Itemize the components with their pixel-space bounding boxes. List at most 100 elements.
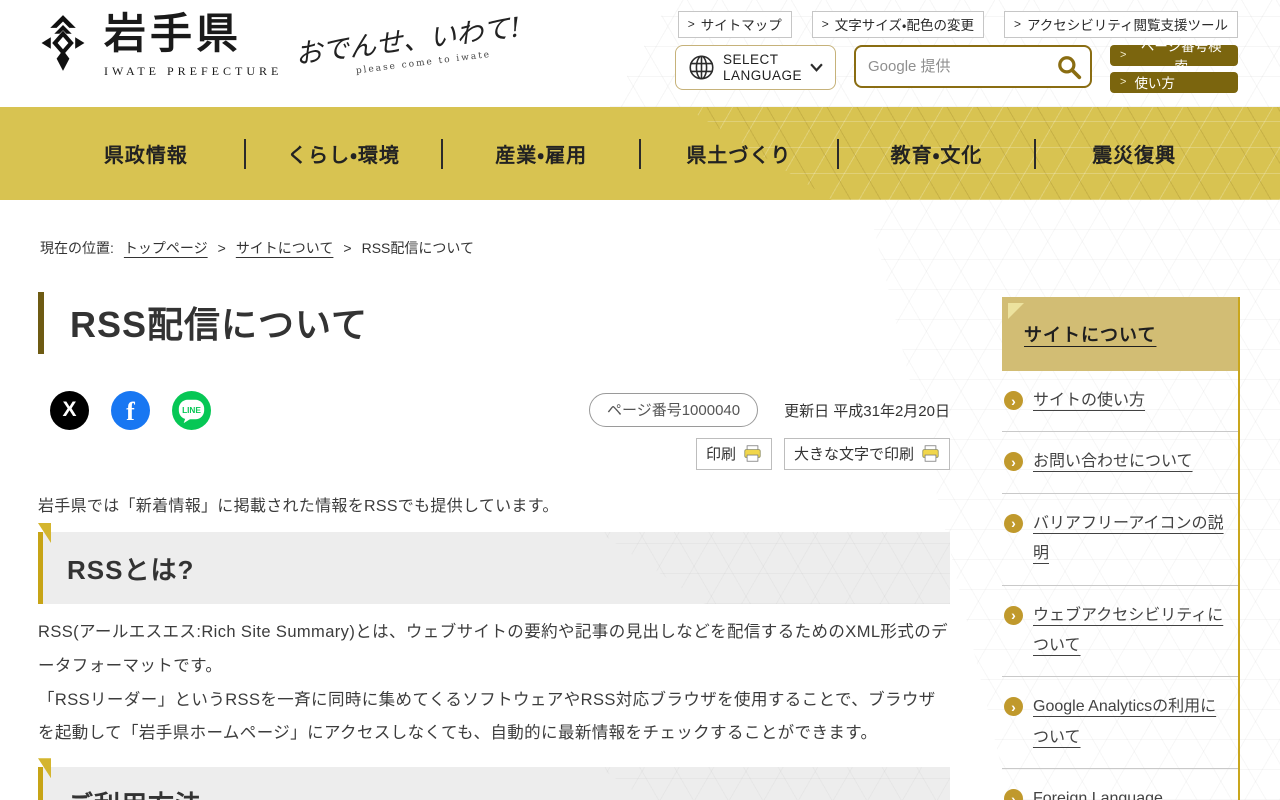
section-title: RSSとは? (67, 554, 195, 585)
fold-corner-icon (38, 523, 51, 543)
chevron-circle-icon: › (1004, 513, 1023, 533)
print-button[interactable]: 印刷 (695, 438, 772, 470)
x-share-icon[interactable]: X (50, 390, 89, 430)
breadcrumb-link-home[interactable]: トップページ (124, 238, 208, 258)
x-glyph: X (62, 398, 77, 421)
sitemap-link-label: サイトマップ (700, 18, 782, 33)
select-language-button[interactable]: SELECT LANGUAGE (674, 45, 836, 90)
breadcrumb-separator: > (343, 240, 352, 256)
sidebar-item-foreign-language[interactable]: › Foreign Language (1002, 769, 1238, 800)
chevron-circle-icon: › (1004, 605, 1023, 625)
sidebar-item-web-accessibility[interactable]: › ウェブアクセシビリティについて (1002, 586, 1238, 678)
nav-item-label: 県政情報 (103, 145, 188, 167)
chevron-right-icon: > (1013, 17, 1021, 31)
chevron-circle-icon: › (1004, 452, 1023, 472)
nav-item-label: 産業・雇用 (495, 145, 588, 167)
page-title: RSS配信について (38, 292, 950, 354)
how-to-use-button[interactable]: > 使い方 (1110, 72, 1238, 93)
paragraph-2: 「RSSリーダー」というRSSを一斉に同時に集めてくるソフトウェアやRSS対応ブ… (38, 690, 936, 743)
sidebar-item-label: ウェブアクセシビリティについて (1033, 606, 1224, 654)
select-language-label: SELECT LANGUAGE (723, 52, 802, 82)
print-row: 印刷 大きな文字で印刷 (38, 438, 950, 470)
font-size-color-link[interactable]: > 文字サイズ・配色の変更 (811, 11, 984, 38)
chevron-circle-icon: › (1004, 391, 1023, 410)
chevron-right-icon: > (821, 17, 829, 31)
sidebar-title: サイトについて (1024, 325, 1157, 345)
header-utility-links: > サイトマップ > 文字サイズ・配色の変更 > アクセシビリティ閲覧支援ツール (677, 11, 1238, 38)
site-name-en: IWATE PREFECTURE (104, 64, 283, 79)
font-size-color-link-label: 文字サイズ・配色の変更 (834, 18, 974, 33)
sidebar-item-site-usage[interactable]: › サイトの使い方 (1002, 371, 1238, 433)
paragraph-1: RSS(アールエスエス:Rich Site Summary)とは、ウェブサイトの… (38, 623, 949, 675)
how-to-use-label: 使い方 (1134, 76, 1175, 91)
search-input[interactable] (868, 58, 1056, 75)
nav-item-label: 震災復興 (1092, 145, 1177, 167)
nav-item-sangyo[interactable]: 産業・雇用 (443, 138, 642, 169)
breadcrumb-prefix: 現在の位置: (40, 240, 114, 256)
chevron-right-icon: > (1120, 76, 1127, 88)
main-content: RSS配信について X f LINE ページ番号1000040 更新日 平成31… (38, 292, 950, 800)
nav-list: 県政情報 くらし・環境 産業・雇用 県土づくり 教育・文化 震災復興 (0, 107, 1280, 200)
page-number-badge: ページ番号1000040 (589, 393, 759, 427)
header-controls: SELECT LANGUAGE > ページ番号検索 (674, 39, 1238, 93)
updated-date: 更新日 平成31年2月20日 (784, 402, 950, 420)
breadcrumb-separator: > (217, 240, 226, 256)
logo-texts: 岩手県 IWATE PREFECTURE (104, 12, 282, 79)
sidebar-header-about-site[interactable]: サイトについて (1002, 297, 1238, 371)
nav-item-kendo[interactable]: 県土づくり (641, 138, 839, 169)
iwate-crest-icon (41, 15, 85, 71)
select-language-line2: LANGUAGE (722, 67, 802, 83)
sidebar: サイトについて › サイトの使い方 › お問い合わせについて › バリアフリーア… (1002, 297, 1240, 800)
search-icon[interactable] (1056, 54, 1082, 80)
chevron-circle-icon: › (1004, 697, 1023, 717)
svg-text:LINE: LINE (182, 405, 201, 414)
section-heading-pattern (598, 767, 950, 800)
sidebar-list: › サイトの使い方 › お問い合わせについて › バリアフリーアイコンの説明 ›… (1002, 371, 1238, 800)
sitemap-link[interactable]: > サイトマップ (677, 11, 792, 38)
section-title: ご利用方法 (67, 785, 202, 800)
globe-icon (689, 55, 714, 80)
breadcrumb-current: RSS配信について (361, 240, 474, 256)
meta-row: X f LINE ページ番号1000040 更新日 平成31年2月20日 (38, 388, 950, 432)
section-heading-what-is-rss: RSSとは? (38, 523, 950, 604)
nav-item-kurashi[interactable]: くらし・環境 (246, 138, 444, 169)
chevron-right-icon: > (687, 17, 695, 31)
section-heading-how-to-use: ご利用方法 (38, 758, 950, 800)
nav-item-kyoiku[interactable]: 教育・文化 (839, 138, 1037, 169)
page-number-search-label: ページ番号検索 (1140, 39, 1222, 74)
accessibility-tool-link[interactable]: > アクセシビリティ閲覧支援ツール (1003, 11, 1238, 38)
sidebar-item-label: Foreign Language (1033, 790, 1163, 800)
select-language-line1: SELECT (722, 52, 779, 68)
sidebar-item-barrier-free-icons[interactable]: › バリアフリーアイコンの説明 (1002, 494, 1238, 586)
sidebar-item-contact[interactable]: › お問い合わせについて (1002, 432, 1238, 494)
page: 岩手県 IWATE PREFECTURE おでんせ、いわて! please co… (0, 0, 1280, 800)
sidebar-item-label: サイトの使い方 (1033, 392, 1146, 409)
print-large-button-label: 大きな文字で印刷 (793, 446, 914, 463)
line-share-icon[interactable]: LINE (172, 390, 211, 430)
page-number-search-button[interactable]: > ページ番号検索 (1110, 39, 1238, 74)
print-button-label: 印刷 (705, 446, 736, 463)
breadcrumb: 現在の位置: トップページ > サイトについて > RSS配信について (40, 238, 474, 258)
site-search (854, 45, 1092, 88)
facebook-glyph: f (126, 397, 135, 426)
breadcrumb-link-about-site[interactable]: サイトについて (236, 238, 334, 258)
chevron-down-icon (810, 63, 823, 72)
chevron-circle-icon: › (1004, 789, 1023, 800)
sidebar-item-label: バリアフリーアイコンの説明 (1033, 514, 1224, 563)
sidebar-item-google-analytics[interactable]: › Google Analyticsの利用について (1002, 677, 1238, 770)
accessibility-tool-link-label: アクセシビリティ閲覧支援ツール (1026, 18, 1228, 33)
sidebar-item-label: お問い合わせについて (1033, 453, 1193, 471)
tagline: おでんせ、いわて! please come to iwate (293, 4, 537, 84)
facebook-share-icon[interactable]: f (111, 390, 150, 430)
nav-item-kensei[interactable]: 県政情報 (48, 138, 246, 169)
chevron-right-icon: > (1120, 49, 1127, 61)
nav-item-label: くらし・環境 (287, 145, 400, 167)
site-header: 岩手県 IWATE PREFECTURE おでんせ、いわて! please co… (0, 0, 1280, 107)
site-logo[interactable]: 岩手県 IWATE PREFECTURE (34, 12, 282, 79)
print-large-button[interactable]: 大きな文字で印刷 (783, 438, 950, 470)
social-share: X f LINE (50, 390, 211, 430)
global-nav: 県政情報 くらし・環境 産業・雇用 県土づくり 教育・文化 震災復興 (0, 107, 1280, 200)
nav-item-label: 教育・文化 (890, 145, 983, 167)
nav-item-shinsai[interactable]: 震災復興 (1036, 139, 1232, 169)
quick-buttons: > ページ番号検索 > 使い方 (1110, 39, 1238, 93)
